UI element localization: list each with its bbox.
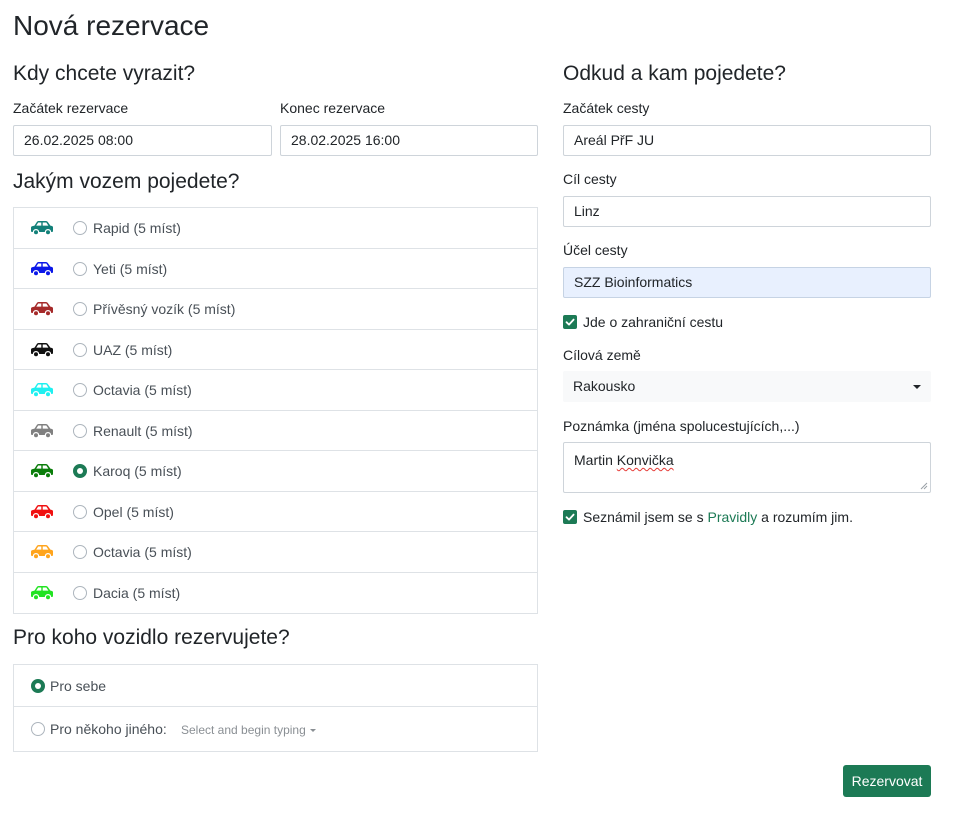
- route-heading: Odkud a kam pojedete?: [563, 62, 786, 85]
- car-icon: [31, 545, 53, 560]
- vehicle-label: Yeti (5 míst): [93, 260, 168, 277]
- vehicle-label: UAZ (5 míst): [93, 341, 173, 358]
- for-whom-heading: Pro koho vozidlo rezervujete?: [13, 626, 290, 649]
- vehicle-radio[interactable]: [73, 342, 87, 357]
- route-start-input[interactable]: Areál PřF JU: [563, 125, 931, 156]
- vehicle-label: Opel (5 míst): [93, 503, 174, 520]
- vehicle-option[interactable]: UAZ (5 míst): [14, 330, 537, 370]
- vehicle-option[interactable]: Přívěsný vozík (5 míst): [14, 289, 537, 330]
- note-label: Poznámka (jména spolucestujících,...): [563, 418, 800, 434]
- page-title: Nová rezervace: [13, 10, 210, 41]
- vehicle-option[interactable]: Renault (5 míst): [14, 411, 537, 451]
- vehicle-label: Renault (5 míst): [93, 422, 193, 439]
- vehicle-label: Přívěsný vozík (5 míst): [93, 301, 236, 317]
- self-label: Pro sebe: [50, 678, 107, 694]
- person-select[interactable]: Select and begin typing: [181, 722, 316, 738]
- purpose-input[interactable]: SZZ Bioinformatics: [563, 267, 931, 298]
- chevron-down-icon: [309, 729, 316, 733]
- car-icon: [31, 464, 53, 479]
- vehicle-radio[interactable]: [73, 261, 87, 276]
- country-select[interactable]: Rakousko: [563, 371, 931, 402]
- vehicle-label: Octavia (5 míst): [93, 382, 192, 398]
- rules-checkbox[interactable]: [563, 510, 577, 524]
- vehicle-option[interactable]: Octavia (5 míst): [14, 370, 537, 411]
- vehicle-radio[interactable]: [73, 302, 87, 316]
- self-radio[interactable]: [31, 679, 45, 693]
- note-textarea[interactable]: Martin Konvička: [563, 442, 931, 493]
- reserve-button[interactable]: Rezervovat: [843, 765, 931, 797]
- rules-label: Seznámil jsem se s Pravidly a rozumím ji…: [583, 508, 853, 526]
- vehicle-label: Octavia (5 míst): [93, 544, 192, 560]
- vehicle-radio[interactable]: [73, 221, 87, 235]
- note-text-first: Martin: [574, 452, 613, 468]
- car-icon: [31, 383, 53, 398]
- vehicle-radio[interactable]: [73, 423, 87, 438]
- start-date-input[interactable]: 26.02.2025 08:00: [13, 125, 272, 156]
- destination-input[interactable]: Linz: [563, 196, 931, 227]
- person-select-placeholder: Select and begin typing: [181, 723, 306, 737]
- vehicle-radio[interactable]: [73, 545, 87, 559]
- vehicle-option[interactable]: Karoq (5 míst): [14, 451, 537, 492]
- purpose-label: Účel cesty: [563, 242, 628, 258]
- vehicle-option[interactable]: Opel (5 míst): [14, 492, 537, 532]
- start-date-label: Začátek rezervace: [13, 100, 129, 116]
- other-label: Pro někoho jiného:: [50, 721, 167, 737]
- car-icon: [31, 585, 53, 600]
- rules-link[interactable]: Pravidly: [707, 509, 757, 525]
- car-icon: [31, 504, 53, 519]
- vehicle-radio[interactable]: [73, 504, 87, 519]
- vehicle-radio[interactable]: [73, 383, 87, 397]
- resize-grip-icon[interactable]: [920, 482, 928, 490]
- vehicle-heading: Jakým vozem pojedete?: [13, 170, 240, 193]
- vehicle-option[interactable]: Rapid (5 míst): [14, 208, 537, 249]
- country-value: Rakousko: [573, 378, 636, 394]
- end-date-input[interactable]: 28.02.2025 16:00: [280, 125, 538, 156]
- for-whom-options: Pro sebe Pro někoho jiného: Select and b…: [13, 664, 538, 752]
- checkmark-icon: [565, 513, 575, 521]
- other-radio[interactable]: [31, 722, 45, 736]
- country-label: Cílová země: [563, 347, 641, 363]
- car-icon: [31, 342, 53, 357]
- destination-label: Cíl cesty: [563, 171, 617, 187]
- car-icon: [31, 423, 53, 438]
- checkmark-icon: [565, 318, 575, 326]
- abroad-checkbox[interactable]: [563, 315, 577, 329]
- rules-prefix: Seznámil jsem se s: [583, 509, 704, 525]
- vehicle-option[interactable]: Yeti (5 míst): [14, 249, 537, 289]
- vehicle-label: Karoq (5 míst): [93, 463, 182, 479]
- vehicle-option[interactable]: Dacia (5 míst): [14, 573, 537, 614]
- route-start-label: Začátek cesty: [563, 100, 650, 116]
- when-heading: Kdy chcete vyrazit?: [13, 62, 196, 85]
- note-text-second: Konvička: [616, 452, 674, 468]
- vehicle-radio[interactable]: [73, 464, 87, 478]
- car-icon: [31, 261, 53, 276]
- vehicle-label: Rapid (5 míst): [93, 220, 181, 236]
- option-other[interactable]: Pro někoho jiného: Select and begin typi…: [14, 707, 537, 751]
- end-date-label: Konec rezervace: [280, 100, 386, 116]
- chevron-down-icon: [913, 385, 921, 389]
- vehicle-label: Dacia (5 míst): [93, 584, 181, 601]
- abroad-label: Jde o zahraniční cestu: [583, 314, 724, 330]
- vehicle-list: Rapid (5 míst) Yeti (5 míst) Přívěsný vozí…: [13, 207, 538, 614]
- rules-suffix: a rozumím jim.: [761, 509, 853, 525]
- vehicle-option[interactable]: Octavia (5 míst): [14, 532, 537, 573]
- car-icon: [31, 302, 53, 317]
- option-self[interactable]: Pro sebe: [14, 665, 537, 707]
- vehicle-radio[interactable]: [73, 585, 87, 600]
- car-icon: [31, 221, 53, 236]
